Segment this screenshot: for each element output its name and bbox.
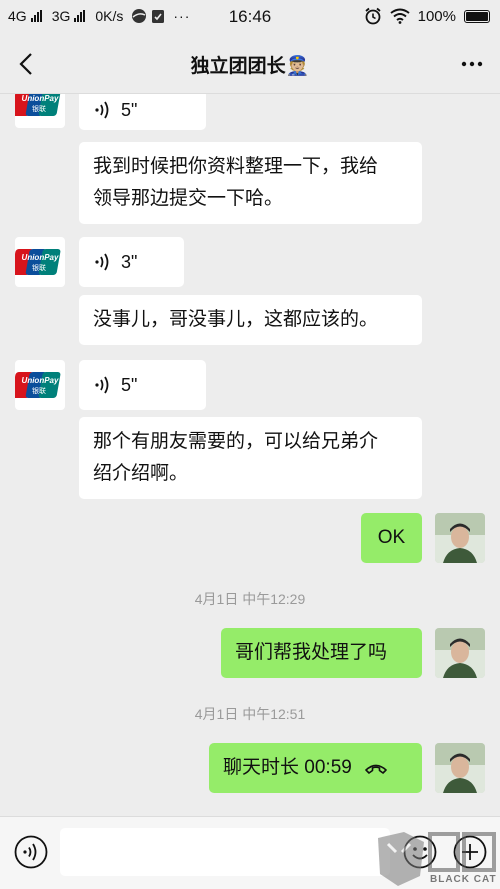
message-text: 哥们帮我处理了吗 <box>235 642 388 663</box>
user-avatar[interactable] <box>435 743 485 793</box>
text-message[interactable]: 那个有朋友需要的，可以给兄弟介 绍介绍啊。 <box>79 417 422 499</box>
voice-duration: 3" <box>121 252 138 272</box>
unionpay-avatar[interactable]: UnionPay 银联 <box>15 360 65 410</box>
svg-text:UnionPay: UnionPay <box>22 253 59 262</box>
voice-input-icon[interactable] <box>14 835 48 869</box>
voice-wave-icon <box>95 101 109 119</box>
user-photo-icon <box>435 743 485 793</box>
phone-hangup-icon <box>365 764 387 774</box>
police-emoji: 👮🏼 <box>285 56 310 77</box>
svg-text:银联: 银联 <box>32 104 46 113</box>
svg-text:银联: 银联 <box>32 263 46 272</box>
alarm-icon <box>365 7 381 25</box>
more-options-icon[interactable] <box>458 50 486 78</box>
user-avatar[interactable] <box>435 513 485 563</box>
user-photo-icon <box>435 513 485 563</box>
voice-wave-icon <box>95 376 109 394</box>
call-record-message[interactable]: 聊天时长 00:59 <box>209 743 422 793</box>
unionpay-avatar[interactable]: UnionPay 银联 <box>15 237 65 287</box>
voice-duration: 5" <box>121 375 138 395</box>
text-message[interactable]: 没事儿，哥没事儿，这都应该的。 <box>79 295 422 345</box>
status-bar: 4G 3G 0K/s ··· 16:46 100% <box>0 0 500 34</box>
text-message[interactable]: 我到时候把你资料整理一下，我给 领导那边提交一下哈。 <box>79 142 422 224</box>
message-line: 那个有朋友需要的，可以给兄弟介 <box>93 431 379 452</box>
unionpay-logo-icon: UnionPay 银联 <box>15 372 61 398</box>
svg-text:银联: 银联 <box>32 386 46 395</box>
svg-text:UnionPay: UnionPay <box>22 376 59 385</box>
black-cat-watermark: BLACK CAT <box>374 828 500 889</box>
voice-message[interactable]: 5" <box>79 360 206 410</box>
chat-messages[interactable]: UnionPay 银联 5" 我到时候把你资料整理一下，我给 领导那边提交一下哈… <box>0 94 500 816</box>
svg-text:UnionPay: UnionPay <box>22 94 59 103</box>
battery-percent: 100% <box>417 7 456 25</box>
chat-title: 独立团团长👮🏼 <box>0 51 500 78</box>
message-line: 没事儿，哥没事儿，这都应该的。 <box>93 309 379 330</box>
call-duration-text: 聊天时长 00:59 <box>223 757 352 778</box>
message-timestamp: 4月1日 中午12:29 <box>194 591 306 607</box>
voice-message[interactable]: 3" <box>79 237 184 287</box>
message-input[interactable] <box>60 828 390 876</box>
message-line: 领导那边提交一下哈。 <box>93 188 284 209</box>
status-right: 100% <box>364 7 490 25</box>
message-line: 绍介绍啊。 <box>93 463 189 484</box>
voice-wave-icon <box>95 253 109 271</box>
message-text: OK <box>377 527 406 548</box>
battery-icon <box>464 9 490 23</box>
wifi-icon <box>390 8 410 24</box>
unionpay-logo-icon: UnionPay 银联 <box>15 94 61 116</box>
message-timestamp: 4月1日 中午12:51 <box>194 706 306 722</box>
watermark-text: BLACK CAT <box>430 874 497 885</box>
voice-message[interactable]: 5" <box>79 94 206 130</box>
unionpay-logo-icon: UnionPay 银联 <box>15 249 61 275</box>
contact-name: 独立团团长 <box>190 56 286 77</box>
chat-header: 独立团团长👮🏼 <box>0 34 500 94</box>
user-avatar[interactable] <box>435 628 485 678</box>
text-message-sent[interactable]: OK <box>361 513 422 563</box>
unionpay-avatar[interactable]: UnionPay 银联 <box>15 94 65 128</box>
user-photo-icon <box>435 628 485 678</box>
voice-duration: 5" <box>121 100 138 120</box>
text-message-sent[interactable]: 哥们帮我处理了吗 <box>221 628 422 678</box>
message-line: 我到时候把你资料整理一下，我给 <box>93 156 379 177</box>
